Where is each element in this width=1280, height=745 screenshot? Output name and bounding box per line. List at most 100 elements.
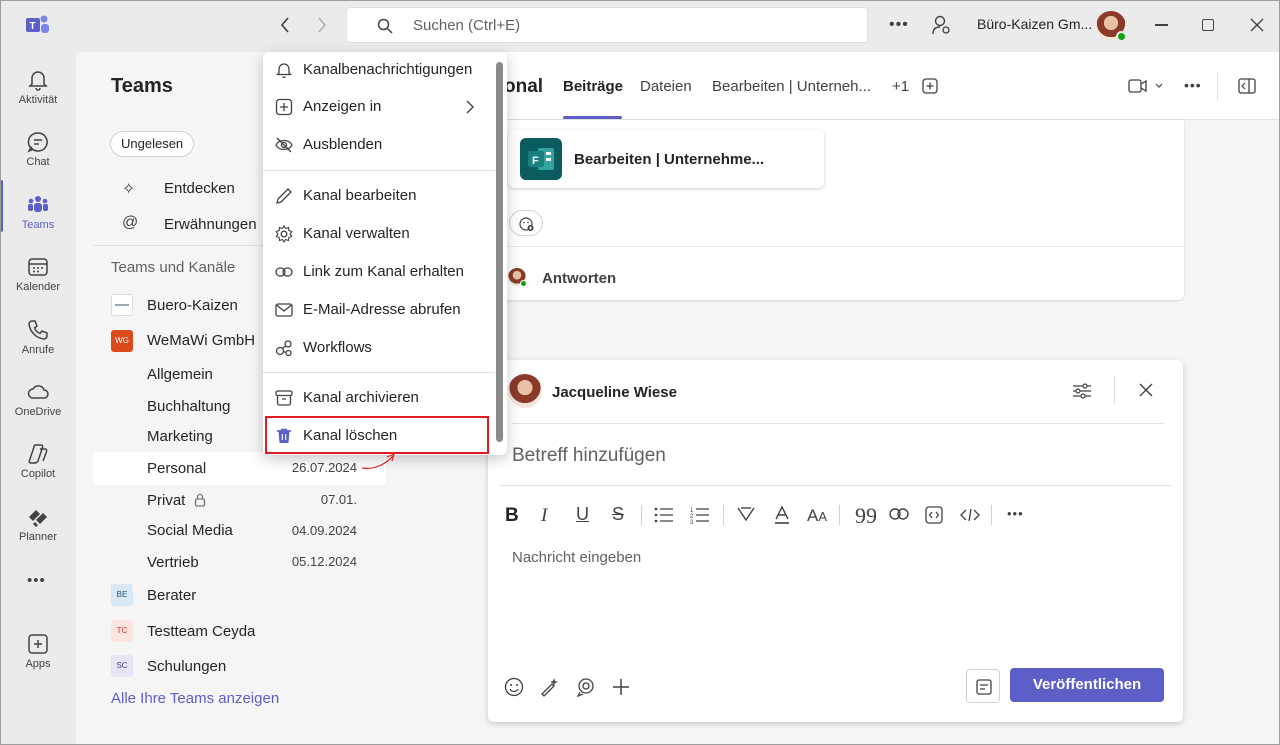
bell-icon bbox=[275, 61, 293, 79]
workflow-icon bbox=[275, 339, 293, 357]
minimize-icon[interactable] bbox=[1155, 24, 1168, 26]
link-icon bbox=[275, 263, 293, 281]
format-options-icon[interactable] bbox=[1072, 382, 1092, 400]
rail-label: OneDrive bbox=[14, 406, 62, 418]
divider bbox=[500, 246, 1184, 247]
emoji-icon[interactable] bbox=[504, 677, 524, 697]
plus-square-icon bbox=[275, 98, 293, 116]
more-options-icon[interactable]: ••• bbox=[1184, 77, 1202, 93]
menu-item-show-in[interactable]: Anzeigen in bbox=[263, 89, 495, 125]
code-icon[interactable] bbox=[960, 506, 980, 524]
rail-item-onedrive[interactable]: OneDrive bbox=[0, 370, 76, 430]
team-item-testteam[interactable]: Testteam Ceyda bbox=[147, 623, 255, 640]
bullet-list-icon[interactable] bbox=[654, 507, 674, 523]
team-item-wemawi[interactable]: WeMaWi GmbH bbox=[147, 332, 255, 349]
rail-item-calls[interactable]: Anrufe bbox=[0, 308, 76, 368]
quote-icon[interactable]: 99 bbox=[855, 503, 877, 529]
menu-item-edit-channel[interactable]: Kanal bearbeiten bbox=[263, 178, 495, 214]
more-formatting-icon[interactable]: ••• bbox=[1007, 506, 1024, 521]
rail-item-chat[interactable]: Chat bbox=[0, 120, 76, 180]
maximize-icon[interactable] bbox=[1202, 19, 1214, 31]
add-tab-icon[interactable] bbox=[922, 78, 938, 94]
divider bbox=[839, 505, 840, 525]
highlight-icon[interactable] bbox=[736, 506, 756, 524]
team-item-buero-kaizen[interactable]: Buero-Kaizen bbox=[147, 297, 238, 314]
tab-files[interactable]: Dateien bbox=[640, 78, 692, 95]
avatar[interactable] bbox=[1096, 11, 1127, 42]
channel-item[interactable]: Social Media bbox=[147, 522, 233, 539]
presence-available-icon bbox=[1116, 31, 1127, 42]
search-input[interactable]: Suchen (Ctrl+E) bbox=[346, 7, 868, 43]
divider bbox=[991, 505, 992, 525]
tab-posts[interactable]: Beiträge bbox=[563, 78, 623, 95]
font-color-icon[interactable] bbox=[773, 505, 791, 525]
video-call-icon[interactable] bbox=[1128, 79, 1162, 93]
message-input[interactable]: Nachricht eingeben bbox=[512, 549, 641, 566]
menu-scrollbar[interactable] bbox=[496, 62, 503, 442]
nav-mentions[interactable]: Erwähnungen bbox=[164, 216, 257, 233]
channel-item-selected[interactable]: Personal bbox=[147, 460, 206, 477]
schedule-post-button[interactable] bbox=[966, 669, 1000, 703]
reply-button[interactable]: Antworten bbox=[542, 270, 616, 287]
close-window-icon[interactable] bbox=[1249, 17, 1265, 33]
channel-date: 26.07.2024 bbox=[291, 460, 357, 475]
menu-item-get-email[interactable]: E-Mail-Adresse abrufen bbox=[263, 292, 495, 328]
team-item-berater[interactable]: Berater bbox=[147, 587, 196, 604]
menu-item-archive-channel[interactable]: Kanal archivieren bbox=[263, 380, 495, 416]
channel-item[interactable]: Marketing bbox=[147, 428, 213, 445]
forward-arrow-icon[interactable] bbox=[316, 16, 328, 34]
bold-icon[interactable]: B bbox=[505, 505, 519, 527]
back-arrow-icon[interactable] bbox=[279, 16, 291, 34]
subject-input[interactable]: Betreff hinzufügen bbox=[512, 445, 666, 467]
panel-title: Teams bbox=[111, 75, 173, 97]
rail-item-activity[interactable]: Aktivität bbox=[0, 58, 76, 118]
team-item-schulungen[interactable]: Schulungen bbox=[147, 658, 226, 675]
link-icon[interactable] bbox=[889, 508, 909, 520]
italic-icon[interactable]: I bbox=[541, 505, 547, 527]
gear-icon bbox=[275, 225, 293, 243]
show-all-teams-link[interactable]: Alle Ihre Teams anzeigen bbox=[111, 690, 279, 707]
rail-item-copilot[interactable]: Copilot bbox=[0, 432, 76, 492]
menu-item-manage-channel[interactable]: Kanal verwalten bbox=[263, 216, 495, 252]
close-icon[interactable] bbox=[1139, 383, 1153, 397]
rail-item-apps[interactable]: Apps bbox=[0, 622, 76, 682]
font-size-icon[interactable]: AA bbox=[807, 506, 827, 526]
people-settings-icon[interactable] bbox=[931, 14, 951, 36]
rail-item-calendar[interactable]: Kalender bbox=[0, 245, 76, 305]
channel-item[interactable]: Buchhaltung bbox=[147, 398, 230, 415]
code-snippet-icon[interactable] bbox=[925, 506, 943, 524]
nav-discover[interactable]: Entdecken bbox=[164, 180, 235, 197]
publish-button[interactable]: Veröffentlichen bbox=[1010, 668, 1164, 702]
underline-icon[interactable]: U bbox=[576, 504, 589, 525]
rail-item-planner[interactable]: Planner bbox=[0, 495, 76, 555]
tab-more-count[interactable]: +1 bbox=[892, 78, 909, 95]
channel-item[interactable]: Allgemein bbox=[147, 366, 213, 383]
account-name[interactable]: Büro-Kaizen Gm... bbox=[977, 16, 1092, 32]
rail-item-teams[interactable]: Teams bbox=[0, 183, 76, 243]
copilot-compose-icon[interactable] bbox=[539, 677, 559, 697]
bell-icon bbox=[26, 68, 50, 92]
channel-date: 07.01. bbox=[320, 492, 357, 507]
numbered-list-icon[interactable]: 123 bbox=[690, 506, 710, 524]
team-avatar: TC bbox=[111, 620, 133, 642]
archive-icon bbox=[275, 389, 293, 407]
strikethrough-icon[interactable]: S bbox=[612, 504, 624, 525]
menu-item-notifications[interactable]: Kanalbenachrichtigungen bbox=[263, 52, 495, 88]
tab-edit-app[interactable]: Bearbeiten | Unterneh... bbox=[712, 78, 871, 95]
add-reaction-button[interactable] bbox=[509, 210, 543, 236]
loop-component-icon[interactable] bbox=[576, 677, 596, 697]
menu-item-label: Workflows bbox=[303, 339, 372, 356]
avatar bbox=[508, 268, 527, 287]
more-options-icon[interactable]: ••• bbox=[889, 16, 909, 34]
channel-item[interactable]: Vertrieb bbox=[147, 554, 199, 571]
open-side-panel-icon[interactable] bbox=[1238, 78, 1256, 94]
menu-item-hide[interactable]: Ausblenden bbox=[263, 127, 495, 163]
menu-divider bbox=[263, 372, 495, 373]
filter-chip-unread[interactable]: Ungelesen bbox=[110, 131, 195, 157]
channel-item[interactable]: Privat bbox=[147, 492, 185, 509]
app-card[interactable]: F Bearbeiten | Unternehme... bbox=[508, 130, 824, 188]
more-apps-icon[interactable]: ••• bbox=[27, 572, 46, 589]
menu-item-workflows[interactable]: Workflows bbox=[263, 330, 495, 366]
add-attachment-icon[interactable] bbox=[612, 678, 630, 696]
menu-item-get-link[interactable]: Link zum Kanal erhalten bbox=[263, 254, 495, 290]
